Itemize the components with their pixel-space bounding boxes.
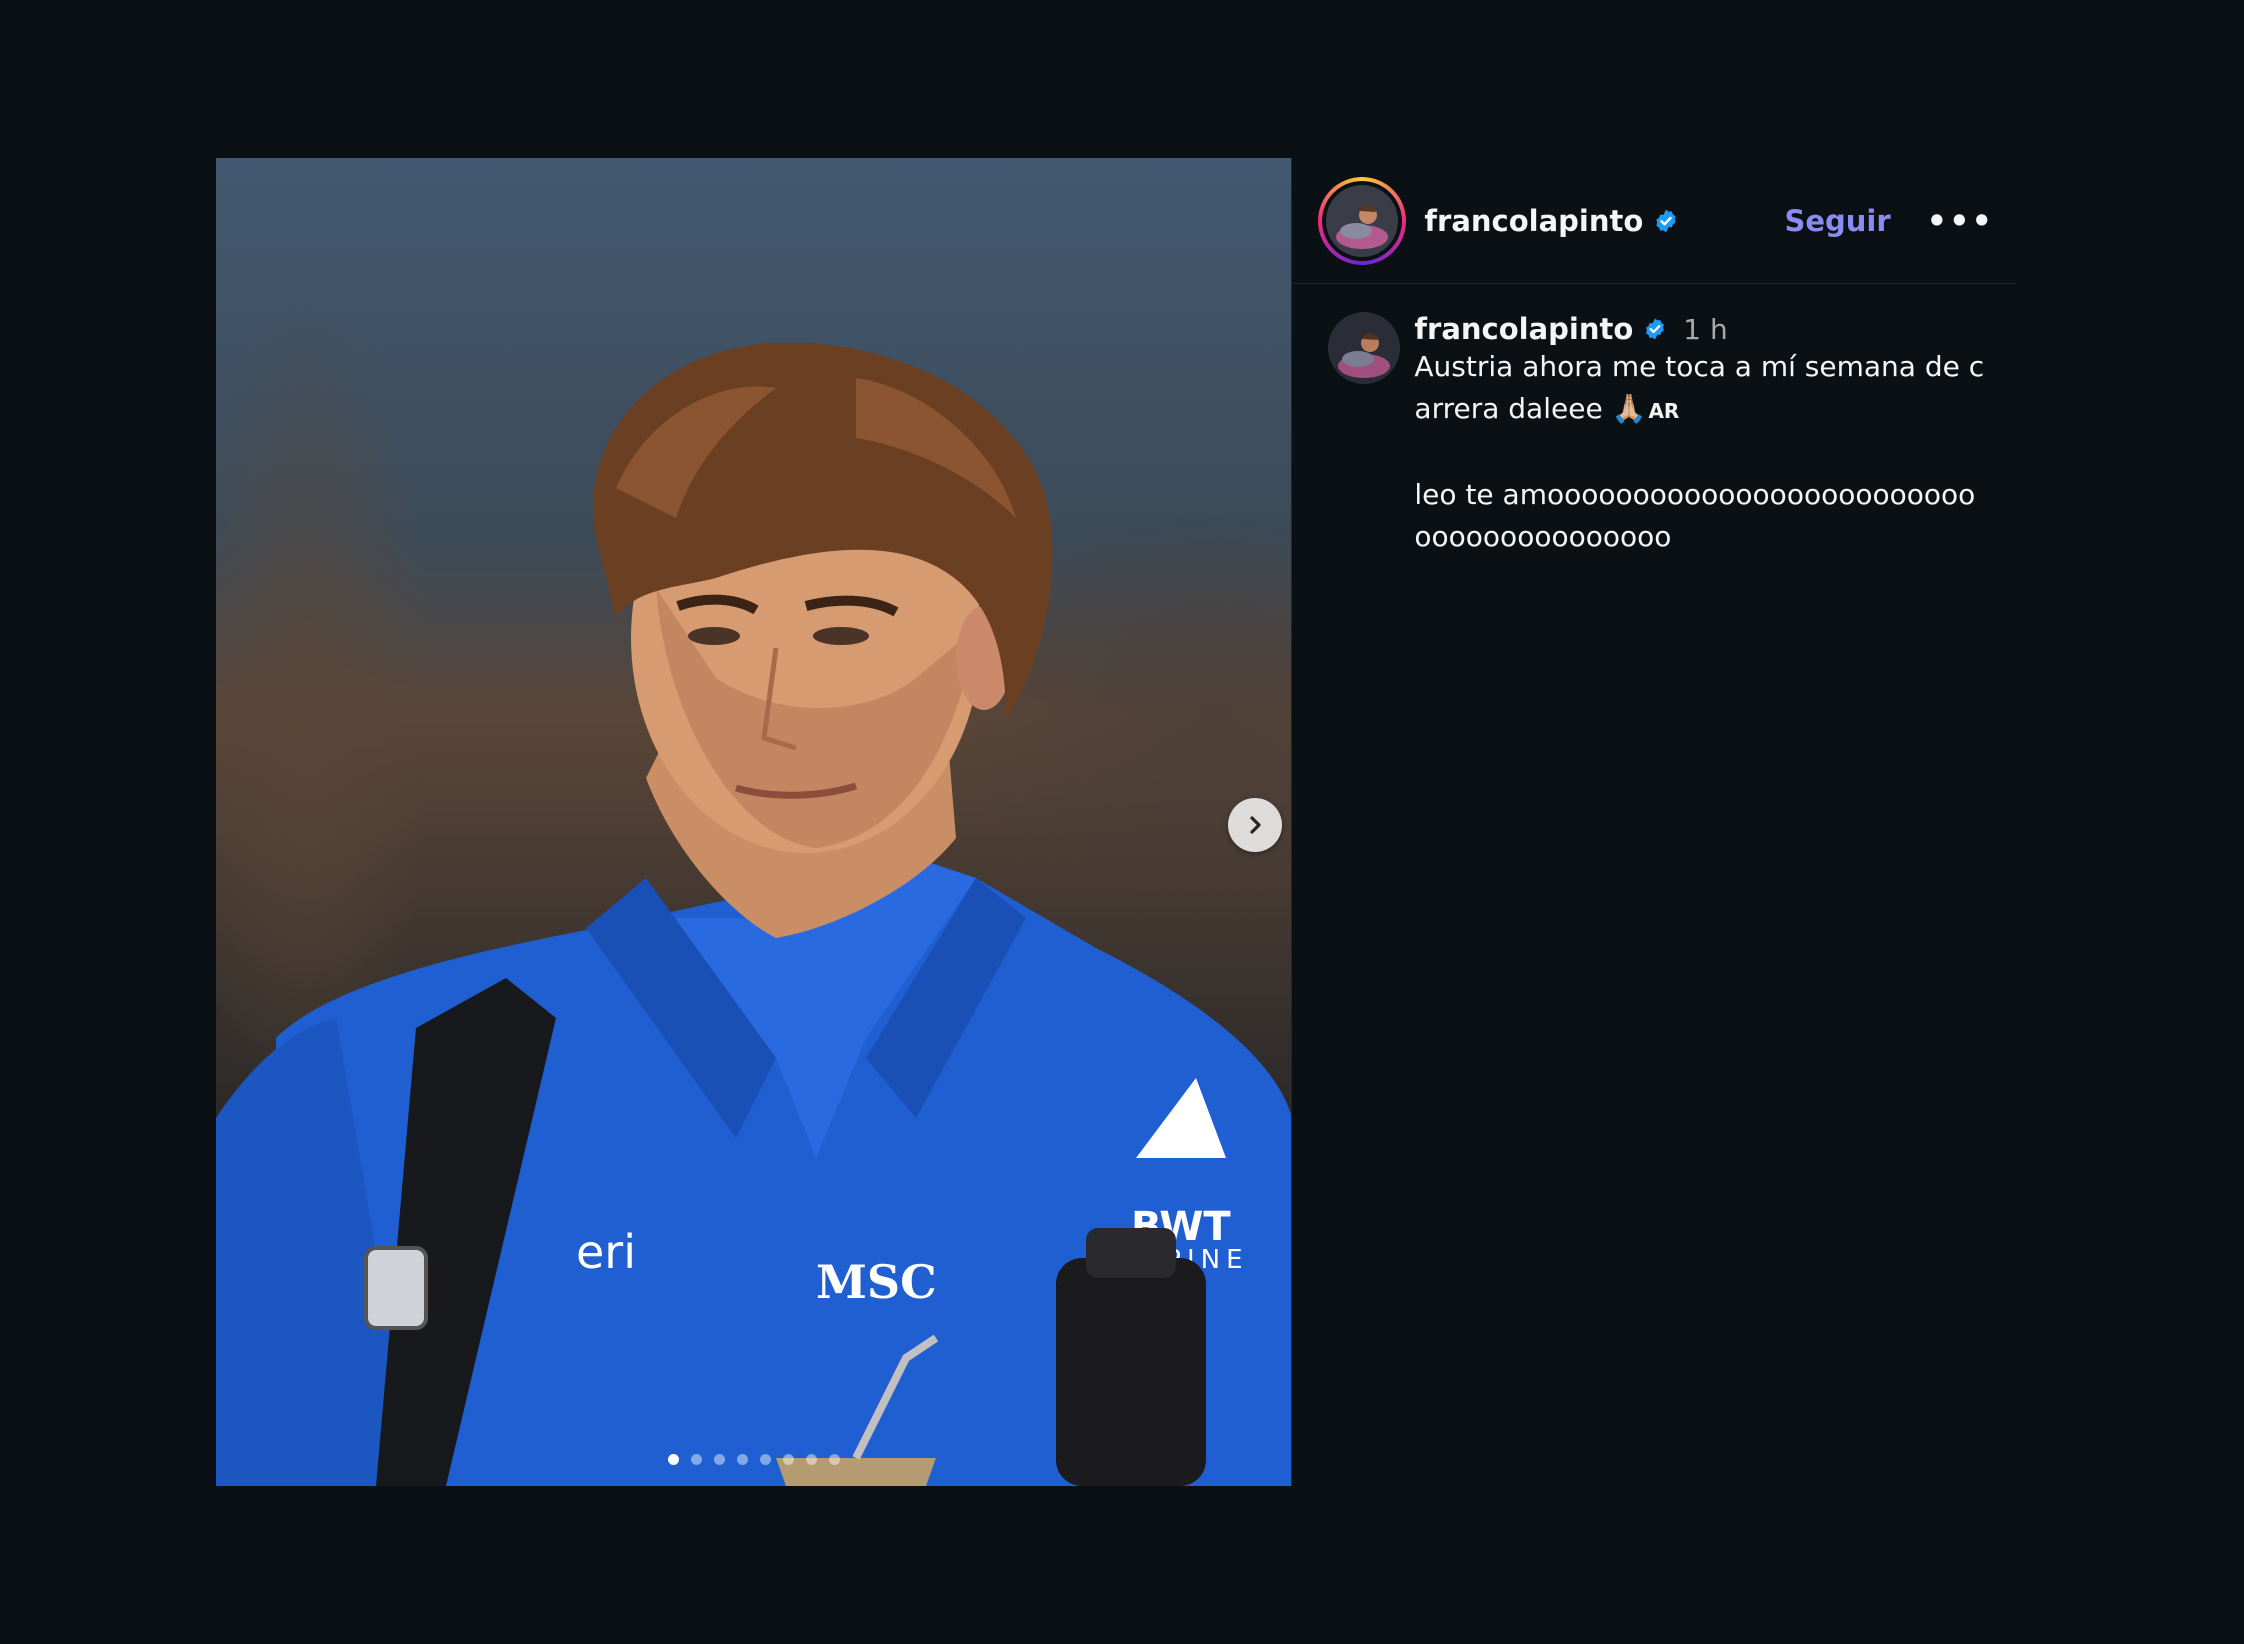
- carousel-dot: [828, 1454, 840, 1465]
- post-side-panel: francolapinto Seguir ••• francolapinto 1…: [1291, 158, 2016, 1486]
- caption-line-2: leo te amooooooooooooooooooooooooooooooo…: [1414, 478, 1976, 553]
- post-media-carousel[interactable]: MSC eri BWT ALPINE: [216, 158, 1292, 1486]
- verified-badge-icon: [1643, 317, 1667, 341]
- caption-username[interactable]: francolapinto: [1414, 312, 1633, 346]
- post-timestamp[interactable]: 1 h: [1683, 313, 1727, 346]
- more-options-icon[interactable]: •••: [1917, 202, 2004, 240]
- avatar: [1326, 184, 1399, 257]
- follow-button[interactable]: Seguir: [1784, 204, 1890, 238]
- story-ring-avatar[interactable]: [1318, 176, 1407, 265]
- svg-text:MSC: MSC: [816, 1255, 937, 1309]
- caption-body: francolapinto 1 h Austria ahora me toca …: [1414, 312, 1984, 558]
- praying-hands-emoji: 🙏🏼: [1611, 392, 1647, 425]
- verified-badge-icon: [1653, 208, 1679, 234]
- caption-avatar[interactable]: [1328, 312, 1401, 384]
- caption-line-1: Austria ahora me toca a mí semana de car…: [1414, 350, 1985, 425]
- post-photo: MSC eri BWT ALPINE: [216, 342, 1292, 1486]
- carousel-dot: [782, 1454, 794, 1465]
- carousel-indicator: [216, 1454, 1291, 1465]
- carousel-dot: [736, 1454, 748, 1465]
- post-container: MSC eri BWT ALPINE: [216, 158, 2016, 1486]
- caption-text: Austria ahora me toca a mí semana de car…: [1414, 346, 1984, 432]
- caption-text-2: leo te amooooooooooooooooooooooooooooooo…: [1414, 474, 1984, 558]
- carousel-dot: [667, 1454, 679, 1465]
- post-header: francolapinto Seguir •••: [1292, 158, 2016, 284]
- carousel-next-button[interactable]: [1228, 798, 1282, 852]
- caption: francolapinto 1 h Austria ahora me toca …: [1292, 284, 2016, 558]
- carousel-dot: [690, 1454, 702, 1465]
- flag-code: AR: [1648, 399, 1680, 423]
- carousel-dot: [759, 1454, 771, 1465]
- carousel-dot: [713, 1454, 725, 1465]
- svg-text:eri: eri: [576, 1225, 636, 1279]
- chevron-right-icon: [1250, 816, 1261, 834]
- carousel-dot: [805, 1454, 817, 1465]
- header-username[interactable]: francolapinto: [1424, 204, 1643, 238]
